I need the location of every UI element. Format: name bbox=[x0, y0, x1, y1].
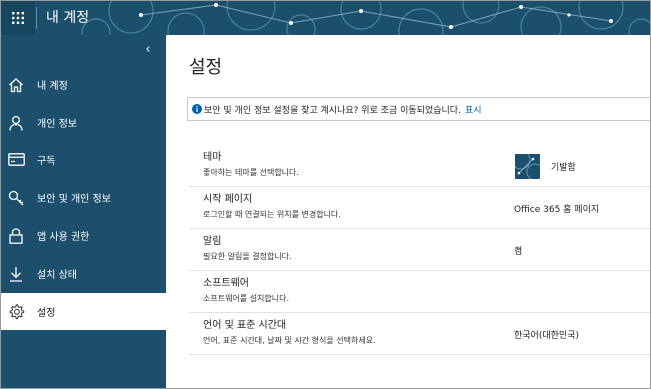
window: 내 계정 ‹ 내 계정 개인 정보 구독 보안 및 개인 정보 앱 사용 권한 … bbox=[0, 0, 651, 389]
sidebar-item-personal-info[interactable]: 개인 정보 bbox=[1, 104, 166, 141]
sidebar-item-my-account[interactable]: 내 계정 bbox=[1, 66, 166, 103]
main-content: 설정 보안 및 개인 정보 설정을 찾고 계시나요? 위로 조금 이동되었습니다… bbox=[166, 35, 650, 388]
settings-row-theme[interactable]: 테마 좋아하는 테마를 선택합니다. 기발함 bbox=[189, 145, 650, 187]
setting-value: 기발함 bbox=[551, 163, 576, 173]
lock-icon bbox=[7, 227, 25, 245]
home-icon bbox=[7, 76, 25, 94]
sidebar-item-label: 개인 정보 bbox=[37, 119, 77, 130]
setting-name: 알림 bbox=[203, 236, 222, 247]
info-message: 보안 및 개인 정보 설정을 찾고 계시나요? 위로 조금 이동되었습니다. bbox=[204, 105, 461, 116]
sidebar-item-settings[interactable]: 설정 bbox=[1, 293, 166, 330]
sidebar-item-install-status[interactable]: 설치 상태 bbox=[1, 255, 166, 292]
setting-description: 로그인할 때 연결되는 위치를 변경합니다. bbox=[203, 210, 341, 219]
download-icon bbox=[7, 265, 25, 283]
setting-value: 한국어(대한민국) bbox=[514, 331, 579, 341]
header-pattern bbox=[81, 1, 650, 35]
chevron-left-icon: ‹ bbox=[145, 42, 151, 57]
app-launcher-icon bbox=[12, 12, 24, 24]
sidebar-item-security-privacy[interactable]: 보안 및 개인 정보 bbox=[1, 179, 166, 216]
sidebar-item-subscriptions[interactable]: 구독 bbox=[1, 141, 166, 178]
sidebar-item-label: 보안 및 개인 정보 bbox=[37, 194, 111, 205]
setting-value: 켬 bbox=[514, 247, 523, 257]
settings-row-software[interactable]: 소프트웨어 소프트웨어를 설치합니다. bbox=[189, 271, 650, 313]
app-title[interactable]: 내 계정 bbox=[46, 8, 89, 28]
info-bar: 보안 및 개인 정보 설정을 찾고 계시나요? 위로 조금 이동되었습니다. 표… bbox=[187, 97, 650, 121]
setting-name: 소프트웨어 bbox=[203, 278, 249, 289]
sidebar-item-label: 내 계정 bbox=[37, 81, 68, 92]
setting-description: 좋아하는 테마를 선택합니다. bbox=[203, 168, 299, 177]
setting-name: 시작 페이지 bbox=[203, 194, 253, 205]
sidebar-item-label: 설정 bbox=[37, 308, 56, 319]
key-icon bbox=[7, 189, 25, 207]
header-divider bbox=[36, 7, 37, 29]
top-bar: 내 계정 bbox=[1, 1, 650, 35]
sidebar-item-label: 설치 상태 bbox=[37, 270, 77, 281]
sidebar: ‹ 내 계정 개인 정보 구독 보안 및 개인 정보 앱 사용 권한 설치 상태… bbox=[1, 35, 166, 388]
info-icon bbox=[192, 104, 202, 114]
settings-row-start-page[interactable]: 시작 페이지 로그인할 때 연결되는 위치를 변경합니다. Office 365… bbox=[189, 187, 650, 229]
sidebar-item-app-permissions[interactable]: 앱 사용 권한 bbox=[1, 217, 166, 254]
sidebar-item-label: 구독 bbox=[37, 156, 56, 167]
theme-thumbnail bbox=[515, 154, 540, 179]
gear-icon bbox=[7, 303, 25, 321]
setting-description: 언어, 표준 시간대, 날짜 및 시간 형식을 선택하세요. bbox=[203, 336, 376, 345]
settings-row-language-timezone[interactable]: 언어 및 표준 시간대 언어, 표준 시간대, 날짜 및 시간 형식을 선택하세… bbox=[189, 313, 650, 355]
credit-card-icon bbox=[7, 151, 25, 169]
setting-value: Office 365 홈 페이지 bbox=[514, 205, 600, 215]
setting-name: 언어 및 표준 시간대 bbox=[203, 320, 287, 331]
person-icon bbox=[7, 114, 25, 132]
page-title: 설정 bbox=[189, 57, 223, 78]
setting-description: 소프트웨어를 설치합니다. bbox=[203, 294, 290, 303]
app-launcher-button[interactable] bbox=[1, 1, 35, 35]
settings-row-notifications[interactable]: 알림 필요한 알림을 결정합니다. 켬 bbox=[189, 229, 650, 271]
sidebar-item-label: 앱 사용 권한 bbox=[37, 232, 90, 243]
setting-name: 테마 bbox=[203, 152, 222, 163]
setting-description: 필요한 알림을 결정합니다. bbox=[203, 252, 292, 261]
collapse-sidebar-button[interactable]: ‹ bbox=[141, 41, 155, 59]
show-link[interactable]: 표시 bbox=[465, 103, 482, 116]
